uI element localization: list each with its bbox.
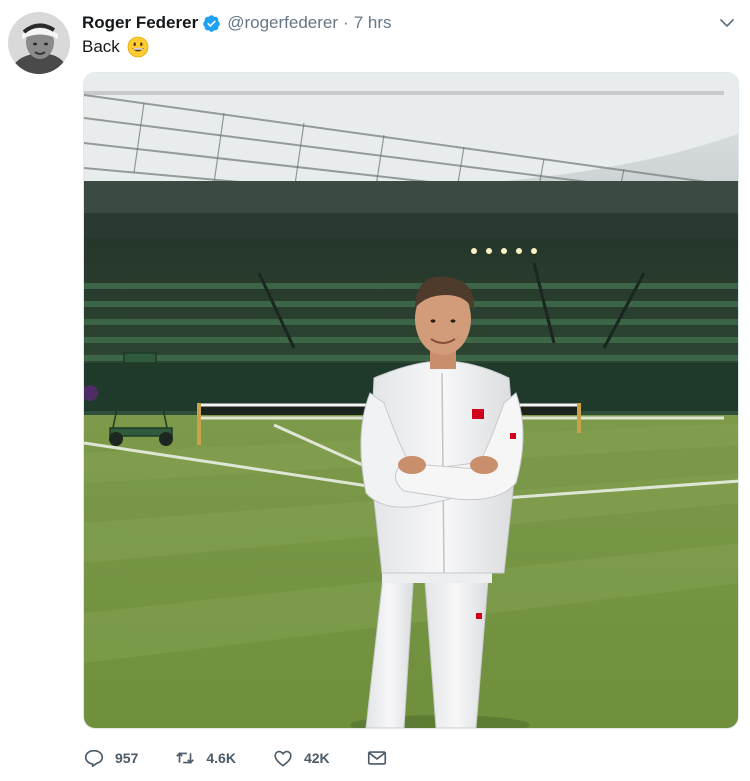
tweet-photo[interactable]: [83, 72, 739, 729]
tweet-body: Back: [82, 37, 120, 56]
tweet-actions: 957 4.6K 42K: [83, 742, 398, 774]
tweet-timestamp[interactable]: 7 hrs: [354, 13, 392, 33]
separator-dot: ·: [343, 13, 349, 32]
verified-badge-icon: [202, 14, 221, 33]
retweet-count: 4.6K: [206, 750, 236, 766]
avatar[interactable]: [8, 12, 70, 74]
retweet-button[interactable]: 4.6K: [174, 747, 236, 769]
direct-message-button[interactable]: [366, 747, 398, 769]
tweet-text: Back: [82, 34, 149, 60]
reply-count: 957: [115, 750, 139, 766]
chevron-down-icon[interactable]: [718, 14, 736, 32]
like-button[interactable]: 42K: [272, 747, 330, 769]
envelope-icon: [367, 751, 386, 765]
heart-icon: [274, 750, 292, 767]
author-name[interactable]: Roger Federer: [82, 13, 198, 33]
retweet-icon: [176, 752, 195, 764]
reply-icon: [84, 749, 104, 768]
tweet-header: Roger Federer @rogerfederer · 7 hrs: [82, 11, 730, 35]
author-handle[interactable]: @rogerfederer: [227, 13, 338, 33]
grinning-face-emoji: [127, 36, 149, 58]
reply-button[interactable]: 957: [83, 747, 138, 769]
like-count: 42K: [303, 750, 330, 766]
